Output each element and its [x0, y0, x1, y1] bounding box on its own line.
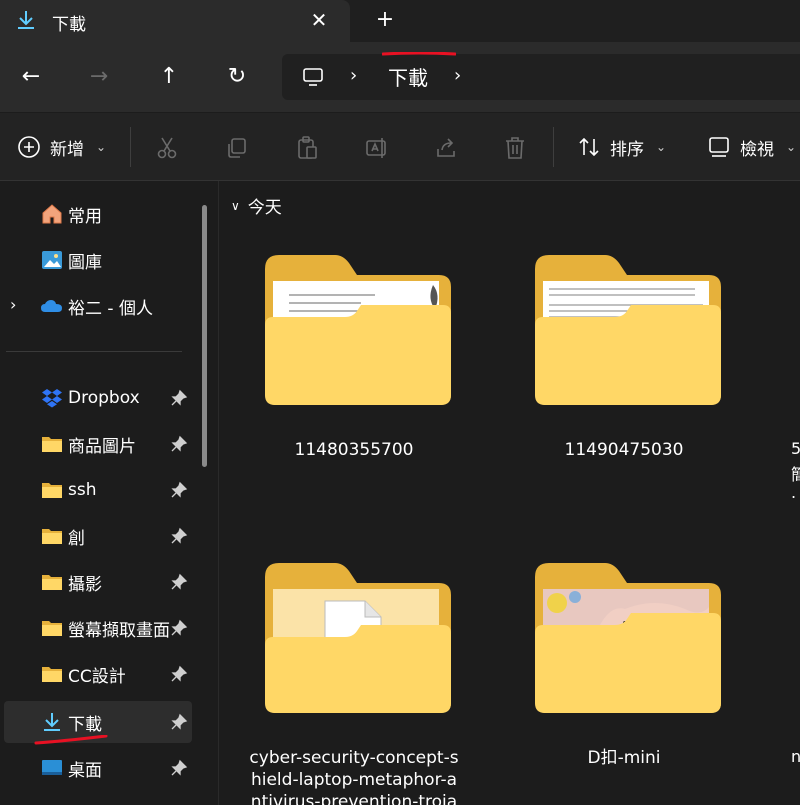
sidebar-item-cc-design[interactable]: CC設計: [0, 653, 195, 695]
chevron-down-icon: ⌄: [786, 140, 797, 154]
up-button[interactable]: ↑: [154, 62, 184, 92]
paste-icon[interactable]: [294, 135, 320, 161]
file-tile-1[interactable]: 11480355700: [219, 255, 469, 475]
pin-icon[interactable]: [170, 389, 188, 407]
view-button[interactable]: 檢視 ⌄: [706, 131, 796, 163]
folder-icon: [42, 529, 62, 544]
new-label: 新增: [50, 139, 84, 160]
folder-icon: [42, 437, 62, 452]
computer-icon[interactable]: [302, 66, 324, 88]
command-bar: 新增 ⌄ 排序 ⌄ 檢視 ⌄: [0, 113, 800, 181]
view-label: 檢視: [740, 139, 774, 160]
download-icon: [18, 11, 34, 29]
sidebar-item-gallery[interactable]: 圖庫: [0, 239, 195, 281]
view-icon: [709, 137, 729, 157]
file-tile-2[interactable]: 11490475030: [489, 255, 739, 475]
folder-icon: [42, 483, 62, 498]
folder-with-blank-file-icon: [265, 563, 451, 713]
folder-with-photo-icon: [535, 563, 721, 713]
clipped-file-name[interactable]: 簡: [791, 461, 800, 485]
sidebar-item-product-images[interactable]: 商品圖片: [0, 423, 195, 465]
tab-downloads[interactable]: 下載 ✕: [0, 0, 350, 42]
sidebar-item-home[interactable]: 常用: [0, 193, 195, 235]
tab-title: 下載: [52, 15, 86, 35]
plus-circle-icon: [18, 136, 40, 158]
home-icon: [42, 204, 62, 224]
delete-icon[interactable]: [502, 135, 528, 161]
folder-icon: [42, 667, 62, 682]
pin-icon[interactable]: [170, 435, 188, 453]
folder-with-document-icon: [535, 255, 721, 405]
divider: [6, 351, 182, 352]
red-annotation-underline: [382, 52, 456, 56]
gallery-icon: [42, 251, 62, 269]
desktop-icon: [42, 760, 62, 775]
pin-icon[interactable]: [170, 481, 188, 499]
cut-icon[interactable]: [154, 135, 180, 161]
chevron-down-icon: ⌄: [96, 140, 107, 154]
file-tile-3[interactable]: cyber-security-concept-s hield-laptop-me…: [219, 563, 469, 805]
sidebar-item-screenshots[interactable]: 螢幕擷取畫面: [0, 607, 195, 649]
chevron-down-icon: ⌄: [656, 140, 667, 154]
address-bar[interactable]: › 下載 ›: [282, 54, 800, 100]
file-name: D扣-mini: [587, 748, 661, 768]
group-label: 今天: [247, 198, 282, 218]
file-name: 11480355700: [294, 440, 414, 460]
chevron-right-icon[interactable]: ›: [454, 65, 461, 86]
rename-icon[interactable]: [364, 135, 390, 161]
tab-bar: 下載 ✕ +: [0, 0, 800, 42]
file-tile-4[interactable]: D扣-mini: [489, 563, 739, 783]
clipped-file-name[interactable]: n: [791, 747, 800, 766]
chevron-down-icon: ∨: [231, 198, 240, 213]
folder-icon: [42, 621, 62, 636]
file-name-line-1: cyber-security-concept-s: [249, 748, 459, 768]
forward-button[interactable]: →: [84, 62, 114, 92]
folder-icon: [42, 575, 62, 590]
pin-icon[interactable]: [170, 665, 188, 683]
group-header-today[interactable]: ∨ 今天: [231, 193, 282, 218]
new-button[interactable]: 新增 ⌄: [16, 131, 106, 163]
clipped-file-name[interactable]: 5: [791, 439, 800, 458]
clipped-file-name[interactable]: .: [791, 483, 796, 502]
refresh-button[interactable]: ↻: [222, 62, 252, 92]
chevron-right-icon[interactable]: ›: [350, 65, 357, 86]
sidebar-item-desktop[interactable]: 桌面: [0, 747, 195, 789]
sidebar-item-dropbox[interactable]: Dropbox: [0, 377, 195, 419]
pin-icon[interactable]: [170, 573, 188, 591]
pin-icon[interactable]: [170, 713, 188, 731]
sidebar-item-chuang[interactable]: 創: [0, 515, 195, 557]
sidebar-item-onedrive[interactable]: 裕二 - 個人: [0, 285, 195, 327]
folder-with-document-icon: [265, 255, 451, 405]
sidebar-item-ssh[interactable]: ssh: [0, 469, 195, 511]
share-icon[interactable]: [434, 135, 460, 161]
pin-icon[interactable]: [170, 527, 188, 545]
pin-icon[interactable]: [170, 619, 188, 637]
red-annotation-underline: [34, 735, 108, 745]
dropbox-icon: [42, 389, 62, 408]
breadcrumb-downloads[interactable]: 下載: [388, 62, 428, 91]
sidebar-scrollbar[interactable]: [202, 205, 207, 467]
sort-icon: [579, 137, 599, 157]
sort-button[interactable]: 排序 ⌄: [576, 131, 666, 163]
close-tab-icon[interactable]: ✕: [306, 8, 332, 34]
file-name-line-3: ntivirus-prevention-troja: [250, 792, 458, 805]
navigation-pane: 常用 圖庫 › 裕二 - 個人 Dropbox 商品圖片 ssh 創 攝影 螢幕…: [0, 181, 218, 805]
download-icon: [44, 713, 60, 731]
file-list: ∨ 今天 11480355700 11490475030 cyber-secur…: [218, 181, 800, 805]
sort-label: 排序: [610, 139, 644, 160]
pin-icon[interactable]: [170, 759, 188, 777]
sidebar-item-photography[interactable]: 攝影: [0, 561, 195, 603]
back-button[interactable]: ←: [16, 62, 46, 92]
new-tab-button[interactable]: +: [372, 8, 398, 34]
file-name-line-2: hield-laptop-metaphor-a: [250, 770, 458, 790]
divider: [130, 127, 131, 167]
divider: [553, 127, 554, 167]
copy-icon[interactable]: [224, 135, 250, 161]
file-name: 11490475030: [564, 440, 684, 460]
onedrive-icon: [41, 300, 62, 312]
